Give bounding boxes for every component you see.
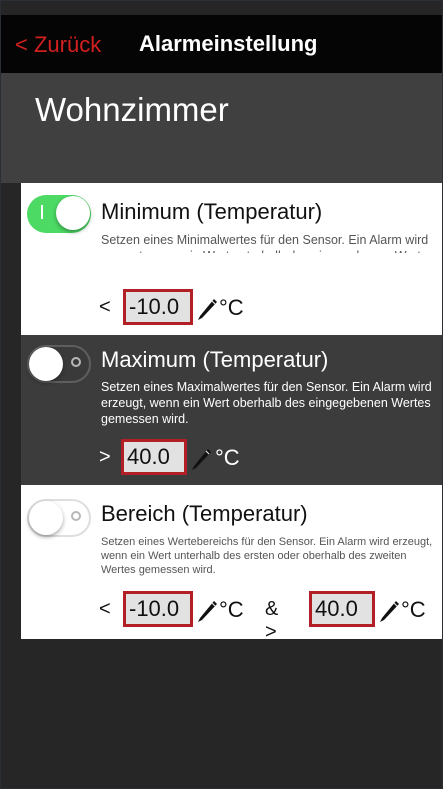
range-low-unit: °C <box>219 597 244 622</box>
minimum-toggle[interactable] <box>27 195 91 233</box>
toggle-off-mark <box>71 511 81 521</box>
range-high-value-input[interactable]: 40.0 <box>309 591 375 627</box>
toggle-on-mark <box>41 205 43 219</box>
minimum-unit: °C <box>219 295 244 320</box>
pencil-icon[interactable] <box>189 445 213 471</box>
range-operator-low: < <box>99 598 111 620</box>
minimum-card: Minimum (Temperatur) Setzen eines Minima… <box>21 183 442 279</box>
page-title: Alarmeinstellung <box>139 31 318 56</box>
minimum-value-area: < -10.0 °C <box>21 253 442 335</box>
maximum-operator: > <box>99 446 111 468</box>
maximum-value-input[interactable]: 40.0 <box>121 439 187 475</box>
room-title: Wohnzimmer <box>35 91 229 128</box>
maximum-card: Maximum (Temperatur) Setzen eines Maxima… <box>21 335 442 485</box>
phone-screen: < Zurück Alarmeinstellung Wohnzimmer Min… <box>0 0 443 789</box>
range-high-unit: °C <box>401 597 426 622</box>
range-card: Bereich (Temperatur) Setzen eines Werteb… <box>21 485 442 643</box>
pencil-icon[interactable] <box>377 597 401 623</box>
pencil-icon[interactable] <box>195 597 219 623</box>
toggle-off-mark <box>71 357 81 367</box>
maximum-title: Maximum (Temperatur) <box>101 347 329 372</box>
range-toggle[interactable] <box>27 499 91 537</box>
range-joiner: & > <box>265 598 279 643</box>
room-header: Wohnzimmer <box>1 73 442 183</box>
back-button[interactable]: < Zurück <box>15 32 101 58</box>
minimum-operator: < <box>99 296 111 318</box>
range-title: Bereich (Temperatur) <box>101 501 308 526</box>
navigation-bar: < Zurück Alarmeinstellung <box>1 15 442 73</box>
pencil-icon[interactable] <box>195 295 219 321</box>
toggle-knob <box>29 347 63 381</box>
range-description: Setzen eines Wertebereichs für den Senso… <box>101 536 433 576</box>
toggle-knob <box>56 196 90 230</box>
minimum-value-input[interactable]: -10.0 <box>123 289 193 325</box>
minimum-title: Minimum (Temperatur) <box>101 199 323 224</box>
toggle-knob <box>29 501 63 535</box>
range-low-value-input[interactable]: -10.0 <box>123 591 193 627</box>
maximum-toggle[interactable] <box>27 345 91 383</box>
maximum-unit: °C <box>215 445 240 470</box>
maximum-description: Setzen eines Maximalwertes für den Senso… <box>101 380 432 426</box>
